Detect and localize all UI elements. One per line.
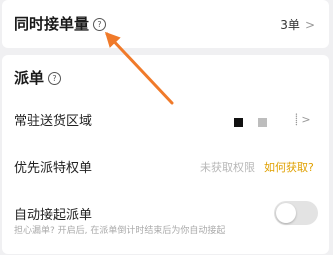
auto-accept-toggle[interactable] [274,201,318,225]
order-limit-title: 同时接单量? [14,13,107,34]
area-marker-dark [234,118,243,127]
order-limit-value[interactable]: 3单 > [280,16,315,33]
help-icon[interactable]: ? [93,18,107,31]
priority-order-label: 优先派特权单 [14,161,93,176]
area-marker-light [258,118,267,127]
chevron-right-icon[interactable]: ⸽ > [295,112,311,127]
order-limit-card: 同时接单量? 3单 > [2,0,329,48]
auto-accept-label: 自动接起派单 [14,208,93,223]
order-limit-title-text: 同时接单量 [14,15,90,33]
dispatch-card: 派单? 常驻送货区域 ⸽ > 优先派特权单 未获取权限 如何获取? 自动接起派单… [2,55,329,254]
dispatch-section-title: 派单? [14,67,62,88]
help-icon[interactable]: ? [48,72,62,85]
toggle-knob [276,203,296,223]
permission-status: 未获取权限 [200,161,255,174]
auto-accept-description: 担心漏单? 开启后, 在派单倒计时结束后为你自动接起 [14,226,226,236]
chevron-right-icon: > [304,18,315,32]
dispatch-title-text: 派单 [14,69,45,87]
order-limit-value-text: 3单 [280,18,300,32]
how-to-get-link[interactable]: 如何获取? [264,159,314,175]
delivery-area-label[interactable]: 常驻送货区域 [14,110,92,129]
